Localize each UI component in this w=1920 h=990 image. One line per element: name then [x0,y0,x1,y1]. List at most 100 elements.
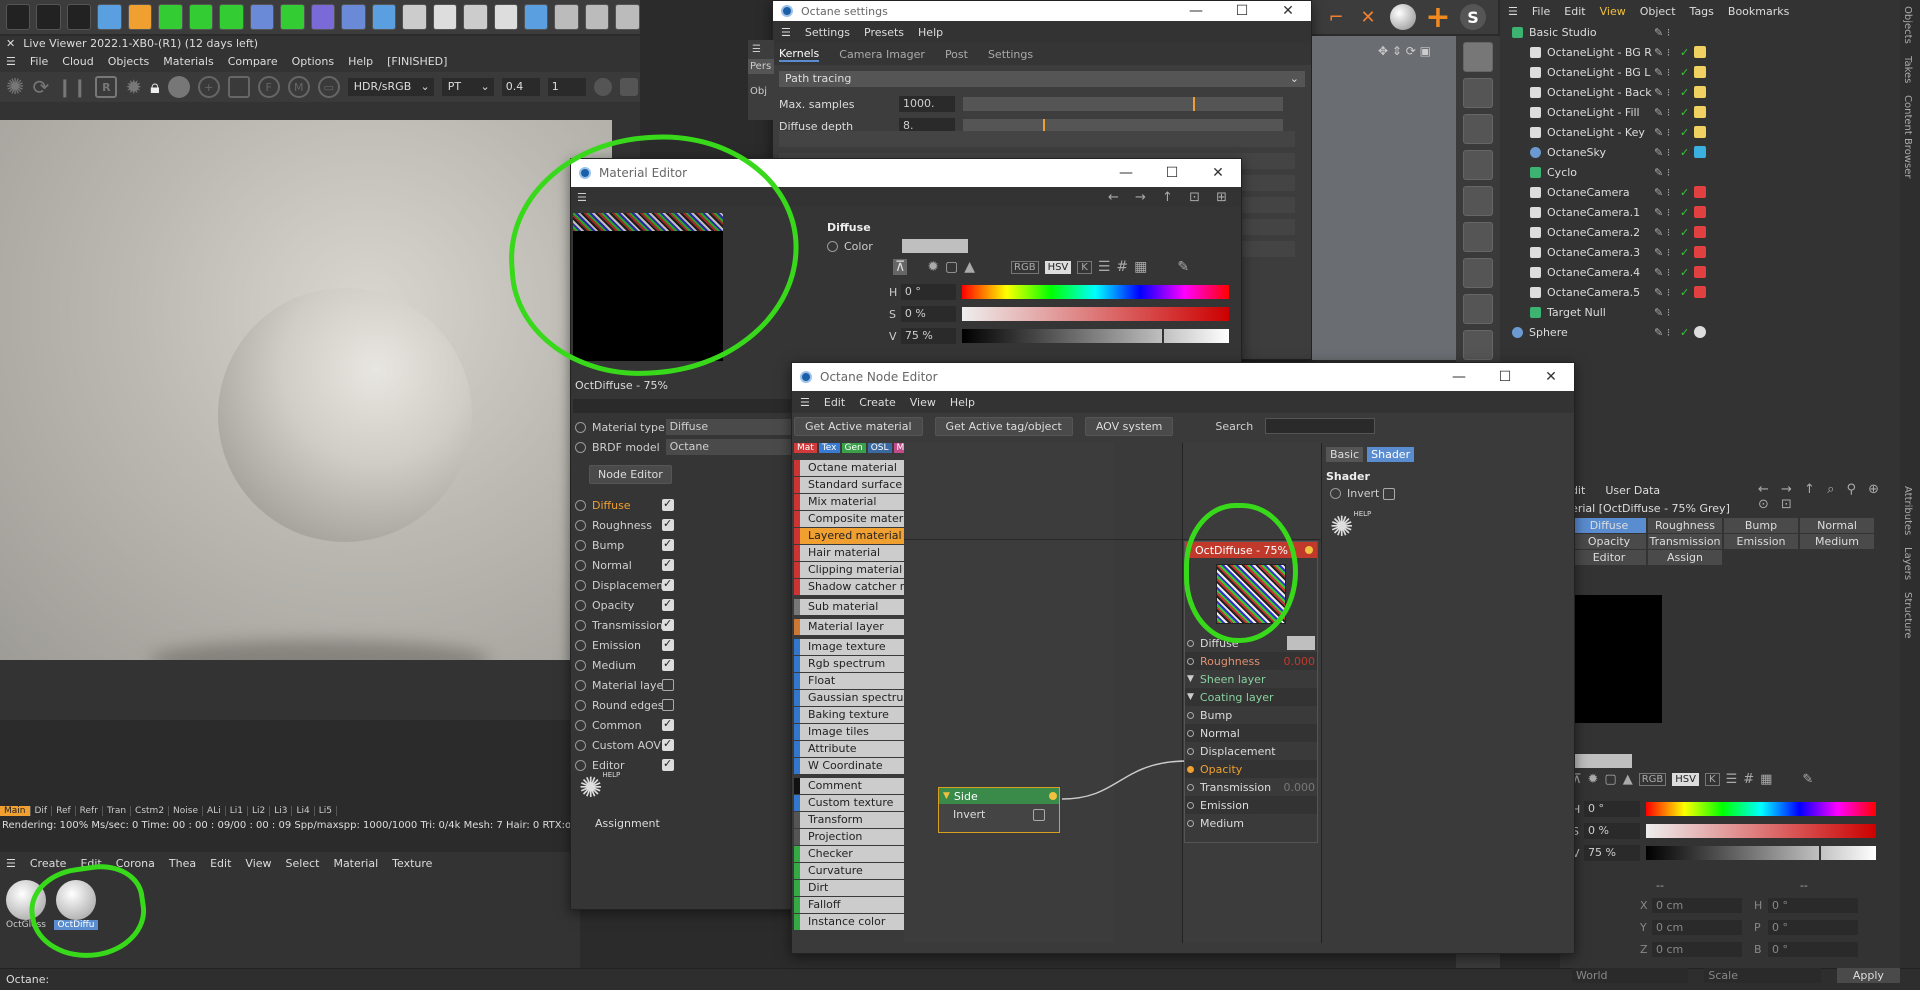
hamburger-icon[interactable]: ☰ [1508,5,1518,18]
close-icon[interactable]: ✕ [6,37,15,50]
cube-outline-icon[interactable] [593,78,612,96]
side-tab[interactable]: Objects [1900,0,1915,50]
tab-camera-imager[interactable]: Camera Imager [839,48,925,61]
library-node[interactable]: W Coordinate [794,758,904,774]
color-radio[interactable] [827,240,838,252]
material-name-field[interactable] [573,399,791,413]
tool-icon[interactable] [1463,114,1493,144]
pick-icon[interactable]: + [197,76,220,98]
side-tab[interactable]: Structure [1900,586,1915,645]
visibility-icon[interactable]: ✎ ⁝ [1654,26,1670,39]
visibility-icon[interactable]: ✎ ⁝ [1654,266,1670,279]
rgb-button[interactable]: RGB [1638,773,1667,786]
close-button[interactable]: ✕ [1265,3,1311,19]
tag-icon[interactable] [1694,266,1706,278]
tab-settings[interactable]: Settings [988,48,1033,61]
image-icon[interactable]: ▲ [1623,772,1633,787]
swatch-icon[interactable]: ▢ [945,259,958,275]
color-space-select[interactable]: HDR/sRGB ⌄ [347,78,434,96]
visibility-icon[interactable]: ✎ ⁝ [1654,66,1670,79]
grid-icon[interactable]: ▦ [1134,259,1147,275]
wheel-icon[interactable]: ✹ [1588,772,1599,787]
library-node[interactable]: Image tiles [794,724,904,740]
sphere-icon[interactable] [1390,4,1416,30]
visibility-icon[interactable]: ✎ ⁝ [1654,46,1670,59]
channel-checkbox[interactable] [662,717,674,731]
invert-checkbox[interactable] [1033,808,1045,821]
hsv-input[interactable]: 0 % [900,306,957,322]
tool-icon[interactable] [1463,78,1493,108]
tab-editor[interactable]: Editor [1572,550,1646,565]
visibility-icon[interactable]: ✎ ⁝ [1654,106,1670,119]
menu-select[interactable]: Select [286,857,320,870]
menu-object[interactable]: Object [1640,5,1676,18]
menu-view[interactable]: View [910,396,936,409]
library-node[interactable]: Falloff [794,897,904,913]
minimize-button[interactable]: — [1436,369,1482,385]
check-icon[interactable]: ✓ [1680,206,1689,219]
world-select[interactable]: World [1572,967,1689,983]
node-editor-button[interactable]: AOV system [1084,416,1174,436]
invert-radio[interactable] [1330,488,1341,499]
channel-radio[interactable] [575,759,586,771]
library-node[interactable]: Attribute [794,741,904,757]
library-node[interactable]: Octane material [794,460,904,476]
node-pin-row[interactable]: ▼ Sheen layer [1185,670,1317,688]
tab-diffuse[interactable]: Diffuse [1572,518,1646,533]
tag-icon[interactable]: ▭ [317,76,340,98]
side-tab[interactable]: Takes [1900,50,1915,89]
check-icon[interactable]: ✓ [1680,186,1689,199]
slider-handle[interactable] [1818,846,1821,860]
k-button[interactable]: K [1705,773,1720,786]
input-pin[interactable] [1187,729,1194,737]
visibility-icon[interactable]: ✎ ⁝ [1654,126,1670,139]
focus-icon[interactable] [227,76,250,98]
minimize-button[interactable]: — [1173,3,1219,19]
check-icon[interactable]: ✓ [1680,146,1689,159]
hsv-input[interactable]: 75 % [900,328,957,344]
library-node[interactable]: Custom texture [794,795,904,811]
node-pin-row[interactable]: Normal [1185,724,1317,742]
object-row[interactable]: OctaneCamera.5 ✎ ⁝ ✓ [1504,282,1900,302]
color-swatch[interactable] [902,239,968,253]
shuffle-icon[interactable] [615,4,640,30]
input-pin[interactable] [1187,819,1194,827]
collapse-triangle-icon[interactable]: ▼ [943,791,950,801]
channel-tab-cstm2[interactable]: Cstm2 [131,805,170,816]
channel-radio[interactable] [575,719,586,731]
slider-handle[interactable] [1193,97,1195,111]
side-tab[interactable]: Attributes [1900,480,1915,541]
channel-checkbox[interactable] [662,497,674,511]
rotation-input[interactable]: 0 ° [1768,941,1858,957]
library-node[interactable]: Mix material [794,494,904,510]
cube-icon[interactable] [97,4,122,30]
channel-checkbox[interactable] [662,577,674,591]
category-tab[interactable]: Mat [794,443,817,453]
tab-medium[interactable]: Medium [1800,534,1874,549]
channel-checkbox[interactable] [662,517,674,531]
menu-file[interactable]: File [30,55,48,68]
restart-icon[interactable]: ⟳ [32,75,49,99]
axis-icon[interactable]: ✕ [1356,5,1380,29]
channel-radio[interactable] [575,519,586,531]
input-pin[interactable] [1187,711,1194,719]
input-pin[interactable] [1187,747,1194,755]
tool-icon[interactable] [1463,186,1493,216]
clapper-icon[interactable] [6,4,31,30]
menu-tags[interactable]: Tags [1690,5,1714,18]
channel-tab-dif[interactable]: Dif [30,805,53,816]
setting-input[interactable]: 1000. [899,96,955,112]
tag-icon[interactable] [1694,326,1706,338]
check-icon[interactable]: ✓ [1680,106,1689,119]
tag-icon[interactable] [1694,246,1706,258]
input-pin[interactable] [1187,657,1194,665]
object-row[interactable]: OctaneLight - Fill ✎ ⁝ ✓ [1504,102,1900,122]
hamburger-icon[interactable]: ☰ [6,857,16,870]
channel-radio[interactable] [575,579,586,591]
checker-icon[interactable] [493,4,518,30]
object-row[interactable]: OctaneSky ✎ ⁝ ✓ [1504,142,1900,162]
check-icon[interactable]: ✓ [1680,86,1689,99]
viewport-3d[interactable] [1312,36,1456,360]
tag-icon[interactable] [1694,66,1706,78]
kernel-select[interactable]: Path tracing ⌄ [779,71,1305,87]
